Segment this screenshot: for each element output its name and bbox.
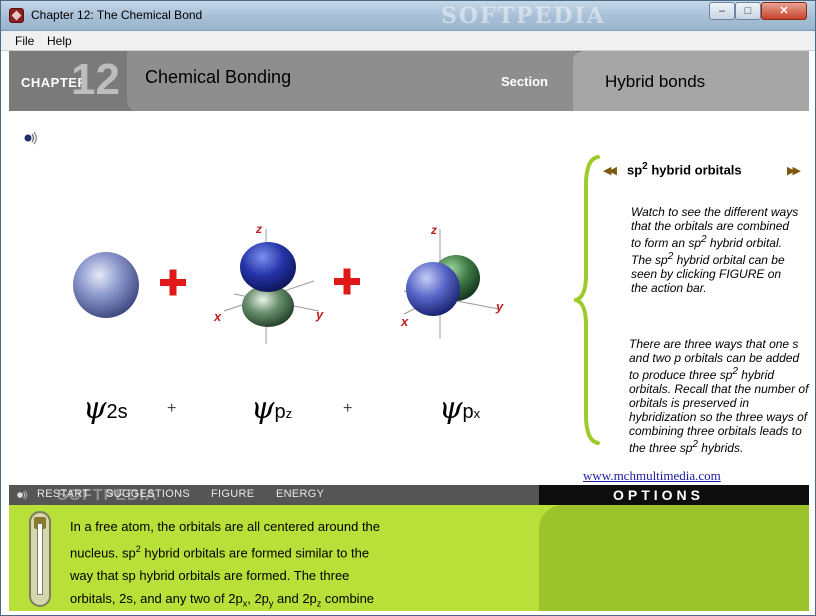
menu-bar: File Help xyxy=(1,31,815,51)
watermark: SOFTPEDIA xyxy=(441,3,606,29)
credit-link[interactable]: www.mchmultimedia.com xyxy=(583,468,721,484)
close-button[interactable]: ✕ xyxy=(761,2,807,20)
axis-z-label: z xyxy=(255,222,262,236)
chapter-box: CHAPTER 12 xyxy=(9,51,127,111)
sidebar-paragraph: Watch to see the different ways that the… xyxy=(631,205,799,295)
text: hybrids. xyxy=(697,441,744,455)
plus-small: + xyxy=(343,400,353,417)
content-area: z x y z x y ψ2s + ψpz + ψpx ◀◀ sp2 hybri… xyxy=(9,119,809,485)
axis-x-label: x xyxy=(400,314,409,329)
psi-subscript: p xyxy=(274,401,286,423)
options-panel xyxy=(539,505,809,611)
narration-line: way that sp hybrid orbitals are formed. … xyxy=(70,568,350,584)
maximize-button[interactable]: □ xyxy=(735,2,761,20)
curly-brace xyxy=(574,155,600,445)
psi-subscript: p xyxy=(462,401,474,423)
app-icon[interactable] xyxy=(9,8,24,23)
options-label: OPTIONS xyxy=(613,487,705,503)
psi-2s-label: ψ2s xyxy=(83,391,128,426)
px-orbital: z x y xyxy=(400,223,504,339)
pz-orbital: z x y xyxy=(213,222,324,344)
narration-line: nucleus. sp2 hybrid orbitals are formed … xyxy=(70,538,530,564)
sidebar-title: sp2 hybrid orbitals xyxy=(627,161,742,177)
chapter-title-panel: Chemical Bonding Section xyxy=(127,51,577,111)
menu-file[interactable]: File xyxy=(15,34,34,48)
menu-help[interactable]: Help xyxy=(47,34,72,48)
sidebar-title-suffix: hybrid orbitals xyxy=(647,162,742,178)
section-tab: Hybrid bonds xyxy=(573,51,809,111)
energy-button[interactable]: ENERGY xyxy=(276,488,324,500)
psi-px-label: ψpx xyxy=(439,391,480,426)
psi-pz-label: ψpz xyxy=(251,391,292,426)
narration-line: In a free atom, the orbitals are all cen… xyxy=(70,519,381,534)
app-window: Chapter 12: The Chemical Bond SOFTPEDIA … xyxy=(0,0,816,616)
axis-y-label: y xyxy=(495,299,504,314)
orbital-figure: z x y z x y xyxy=(73,222,504,344)
options-bar[interactable]: OPTIONS xyxy=(539,485,809,505)
speaker-icon[interactable] xyxy=(21,129,39,147)
axis-x-label: x xyxy=(213,309,222,324)
psi-subsubscript: x xyxy=(473,406,481,421)
speaker-icon[interactable] xyxy=(15,488,29,502)
chapter-number: 12 xyxy=(71,55,120,104)
text: combine xyxy=(321,591,375,607)
chapter-title-tab: Chemical Bonding Section xyxy=(127,51,577,111)
section-title: Hybrid bonds xyxy=(605,72,706,91)
text: and 2p xyxy=(273,591,317,607)
figure-button[interactable]: FIGURE xyxy=(211,488,254,500)
psi-symbol: ψ xyxy=(251,391,275,426)
axis-y-label: y xyxy=(315,307,324,322)
s-orbital xyxy=(73,252,139,318)
chapter-title: Chemical Bonding xyxy=(145,67,292,87)
plus-sign xyxy=(160,269,186,296)
watermark: SOFTPEDIA xyxy=(57,487,158,504)
narration-panel: In a free atom, the orbitals are all cen… xyxy=(9,505,809,611)
plus-sign xyxy=(334,268,360,295)
psi-symbol: ψ xyxy=(83,391,107,426)
narration-line: orbitals, 2s, and any two of 2px, 2py an… xyxy=(70,587,530,615)
plus-small: + xyxy=(167,400,177,417)
chapter-header: CHAPTER 12 Chemical Bonding Section Hybr… xyxy=(9,51,809,111)
text: , 2p xyxy=(247,591,269,607)
minimize-button[interactable]: – xyxy=(709,2,735,20)
psi-subsubscript: z xyxy=(285,406,293,421)
window-title: Chapter 12: The Chemical Bond xyxy=(31,8,203,22)
scrollbar[interactable] xyxy=(29,511,51,607)
sidebar-title-prefix: sp xyxy=(627,162,643,178)
sidebar-paragraph: There are three ways that one s and two … xyxy=(629,337,809,455)
text: hybrid orbitals are formed similar to th… xyxy=(140,545,370,561)
psi-symbol: ψ xyxy=(439,391,463,426)
scroll-track-inner xyxy=(37,523,43,595)
text: nucleus. sp xyxy=(70,545,136,561)
next-arrow-icon[interactable]: ▶▶ xyxy=(787,164,801,177)
axis-z-label: z xyxy=(430,223,437,237)
text: orbitals, 2s, and any two of 2p xyxy=(70,591,243,607)
previous-arrow-icon[interactable]: ◀◀ xyxy=(603,164,617,177)
psi-subscript: 2s xyxy=(106,401,128,423)
section-label: Section xyxy=(501,74,548,89)
title-bar[interactable]: Chapter 12: The Chemical Bond SOFTPEDIA … xyxy=(1,1,815,31)
narration-text: In a free atom, the orbitals are all cen… xyxy=(70,515,530,615)
